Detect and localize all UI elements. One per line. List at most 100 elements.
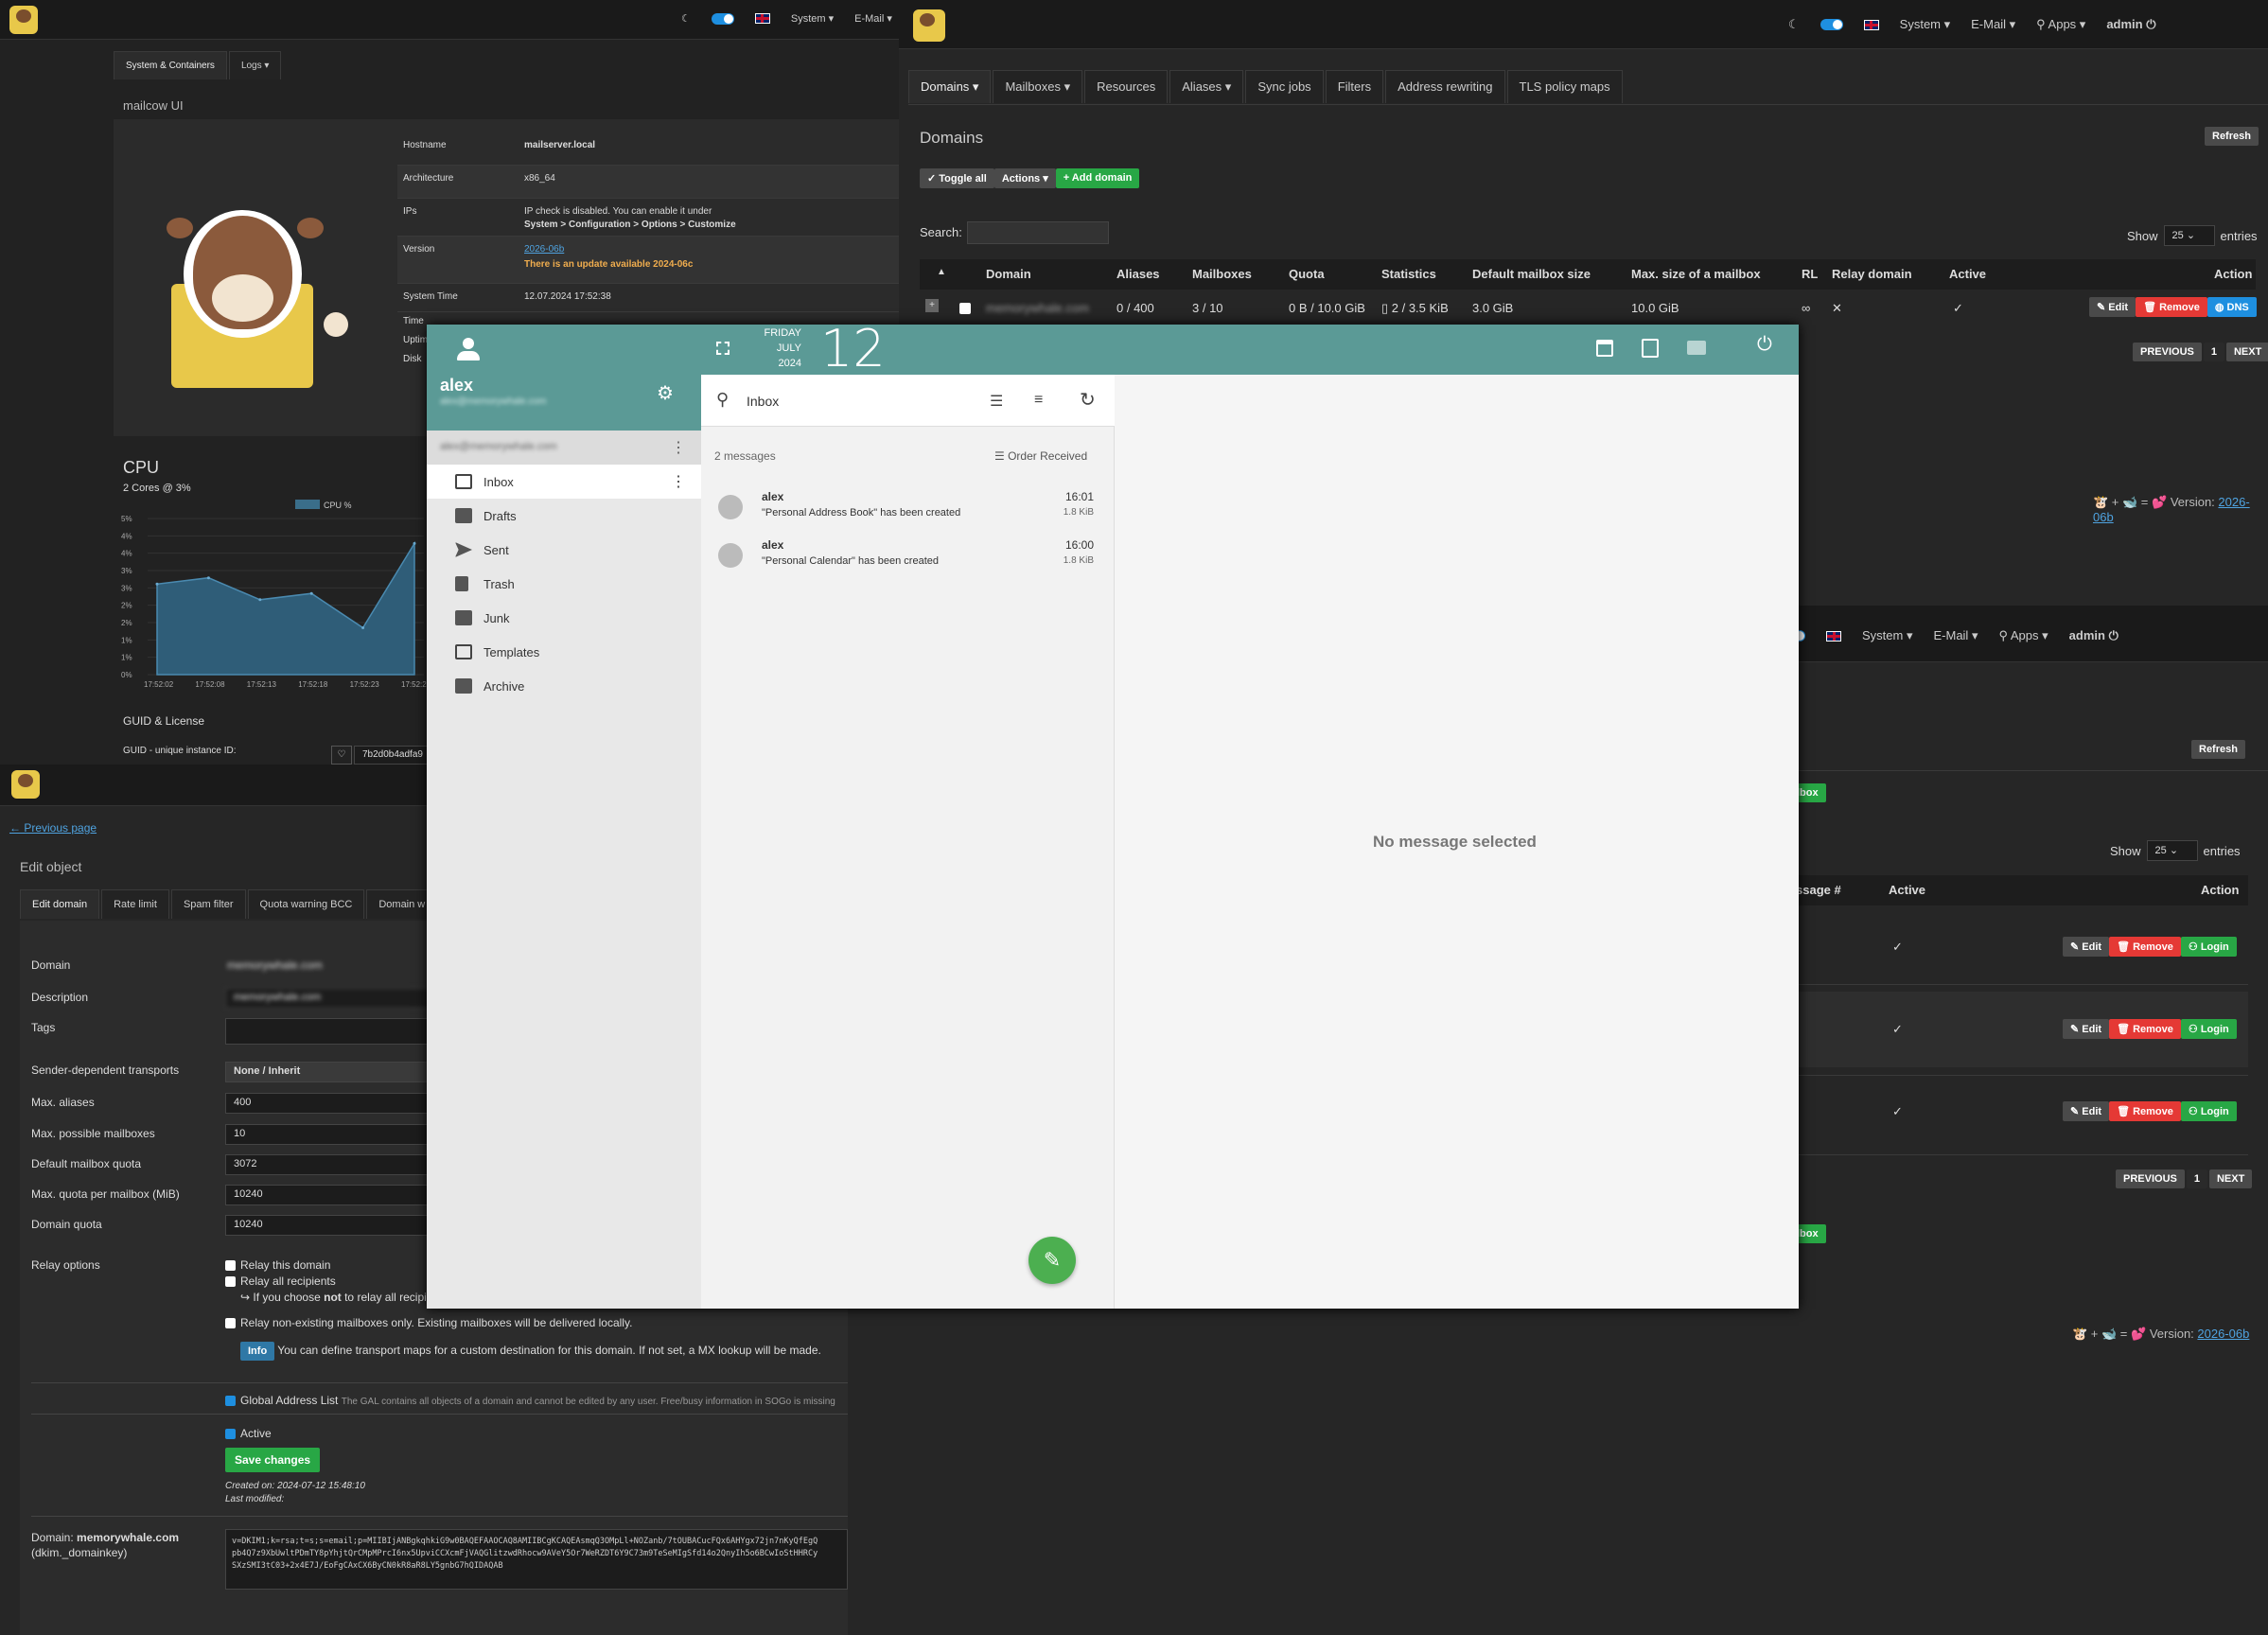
col-active[interactable]: Active xyxy=(1889,883,1925,897)
remove-button[interactable]: 🗑 Remove xyxy=(2109,1019,2181,1039)
mailbox-search-label[interactable]: Inbox xyxy=(747,394,779,409)
refresh-button[interactable]: Refresh xyxy=(2205,127,2259,146)
nav-user[interactable]: admin ⏻ xyxy=(2106,17,2155,32)
folder-sent[interactable]: Sent xyxy=(427,533,701,567)
toggle-all-button[interactable]: ✓ Toggle all xyxy=(920,168,994,188)
login-button[interactable]: ⚇ Login xyxy=(2180,1101,2237,1121)
compose-button[interactable]: ✎ xyxy=(1029,1237,1076,1284)
settings-gear-icon[interactable]: ⚙ xyxy=(657,381,674,405)
search-icon[interactable]: ⚲ xyxy=(716,390,729,410)
refresh-icon[interactable]: ↻ xyxy=(1080,388,1096,412)
nav-email[interactable]: E-Mail ▾ xyxy=(1933,628,1978,643)
version-link[interactable]: 2026-06b xyxy=(2197,1327,2249,1341)
remove-button[interactable]: 🗑 Remove xyxy=(2109,937,2181,957)
edit-button[interactable]: ✎ Edit xyxy=(2089,297,2136,317)
tab-sync-jobs[interactable]: Sync jobs xyxy=(1245,70,1324,103)
tab-tls-policy-maps[interactable]: TLS policy maps xyxy=(1506,70,1623,103)
message-item[interactable]: alex "Personal Address Book" has been cr… xyxy=(701,483,1115,531)
col-mailboxes[interactable]: Mailboxes xyxy=(1192,267,1252,281)
nav-user[interactable]: admin ⏻ xyxy=(2069,628,2119,643)
max-quota-field[interactable]: 10240 xyxy=(225,1185,433,1205)
login-button[interactable]: ⚇ Login xyxy=(2180,937,2237,957)
remove-button[interactable]: 🗑 Remove xyxy=(2136,297,2207,317)
active-checkbox[interactable]: Active xyxy=(225,1427,272,1440)
folder-drafts[interactable]: Drafts xyxy=(427,499,701,533)
remove-button[interactable]: 🗑 Remove xyxy=(2109,1101,2181,1121)
default-quota-field[interactable]: 3072 xyxy=(225,1154,433,1175)
nav-email[interactable]: E-Mail ▾ xyxy=(1971,17,2015,32)
entries-select[interactable]: 25 ⌄ xyxy=(2146,840,2198,861)
col-default-size[interactable]: Default mailbox size xyxy=(1472,267,1591,281)
relay-all-checkbox[interactable]: Relay all recipients xyxy=(225,1275,336,1288)
tab-filters[interactable]: Filters xyxy=(1325,70,1384,103)
folder-menu-icon[interactable]: ⋮ xyxy=(671,472,686,491)
next-page-button[interactable]: NEXT xyxy=(2225,343,2268,361)
tab-domains[interactable]: Domains ▾ xyxy=(908,70,992,103)
prev-page-button[interactable]: PREVIOUS xyxy=(2133,343,2202,361)
tab-rate-limit[interactable]: Rate limit xyxy=(101,889,169,919)
copy-icon[interactable]: ♡ xyxy=(331,746,352,765)
edit-button[interactable]: ✎ Edit xyxy=(2063,1101,2110,1121)
description-field[interactable]: memorywhale.com xyxy=(225,988,433,1009)
refresh-button[interactable]: Refresh xyxy=(2191,740,2245,759)
nav-system[interactable]: System ▾ xyxy=(791,12,834,25)
col-relay-domain[interactable]: Relay domain xyxy=(1832,267,1912,281)
previous-page-link[interactable]: ← Previous page xyxy=(9,821,97,835)
max-aliases-field[interactable]: 400 xyxy=(225,1093,433,1114)
nav-apps[interactable]: ⚲ Apps ▾ xyxy=(1998,628,2048,643)
col-statistics[interactable]: Statistics xyxy=(1381,267,1436,281)
col-aliases[interactable]: Aliases xyxy=(1116,267,1160,281)
dns-button[interactable]: ◍ DNS xyxy=(2206,297,2257,317)
col-message[interactable]: ssage # xyxy=(1796,883,1841,897)
nav-email[interactable]: E-Mail ▾ xyxy=(854,12,892,25)
tab-address-rewriting[interactable]: Address rewriting xyxy=(1385,70,1505,103)
col-domain[interactable]: Domain xyxy=(986,267,1031,281)
mailcow-logo[interactable] xyxy=(9,6,38,34)
gal-checkbox[interactable]: Global Address List The GAL contains all… xyxy=(225,1394,835,1407)
relay-domain-checkbox[interactable]: Relay this domain xyxy=(225,1258,330,1272)
tab-aliases[interactable]: Aliases ▾ xyxy=(1169,70,1244,103)
tab-resources[interactable]: Resources xyxy=(1084,70,1169,103)
entries-select[interactable]: 25 ⌄ xyxy=(2163,225,2215,246)
nav-apps[interactable]: ⚲ Apps ▾ xyxy=(2036,17,2085,32)
tab-spam-filter[interactable]: Spam filter xyxy=(170,889,246,919)
version-link[interactable]: 2026-06b xyxy=(524,244,564,255)
tags-field[interactable] xyxy=(225,1018,433,1045)
folder-junk[interactable]: Junk xyxy=(427,601,701,635)
search-input[interactable] xyxy=(967,221,1109,244)
account-menu-icon[interactable]: ⋮ xyxy=(671,438,686,457)
language-flag-icon[interactable] xyxy=(1863,19,1879,30)
sort-icon[interactable]: ≡ xyxy=(1034,392,1043,409)
add-domain-button[interactable]: + Add domain xyxy=(1055,168,1140,188)
language-flag-icon[interactable] xyxy=(754,13,770,24)
message-item[interactable]: alex "Personal Calendar" has been create… xyxy=(701,532,1115,579)
tab-system-containers[interactable]: System & Containers xyxy=(114,51,227,79)
update-available[interactable]: There is an update available 2024-06c xyxy=(524,259,693,270)
mailcow-logo[interactable] xyxy=(11,770,40,799)
domain-cell[interactable]: memorywhale.com xyxy=(986,301,1089,315)
folder-trash[interactable]: Trash xyxy=(427,567,701,601)
nav-system[interactable]: System ▾ xyxy=(1900,17,1950,32)
expand-icon[interactable]: + xyxy=(925,299,939,312)
col-rl[interactable]: RL xyxy=(1802,267,1818,281)
folder-inbox[interactable]: Inbox ⋮ xyxy=(427,465,701,499)
next-page-button[interactable]: NEXT xyxy=(2208,1169,2253,1188)
col-max-size[interactable]: Max. size of a mailbox xyxy=(1631,267,1761,281)
prev-page-button[interactable]: PREVIOUS xyxy=(2116,1169,2185,1188)
contacts-icon[interactable] xyxy=(1642,339,1659,358)
row-checkbox[interactable] xyxy=(959,303,971,314)
col-quota[interactable]: Quota xyxy=(1289,267,1325,281)
login-button[interactable]: ⚇ Login xyxy=(2180,1019,2237,1039)
tab-quota-warning[interactable]: Quota warning BCC xyxy=(247,889,365,919)
folder-templates[interactable]: Templates xyxy=(427,635,701,669)
page-number[interactable]: 1 xyxy=(2203,343,2224,361)
edit-button[interactable]: ✎ Edit xyxy=(2063,937,2110,957)
sort-icon[interactable]: ▲ xyxy=(937,267,946,277)
logout-power-icon[interactable]: ⏻ xyxy=(1757,334,1772,356)
tab-edit-domain[interactable]: Edit domain xyxy=(20,889,100,919)
max-mailboxes-field[interactable]: 10 xyxy=(225,1124,433,1145)
account-row[interactable]: alex@memorywhale.com ⋮ xyxy=(427,431,701,465)
language-flag-icon[interactable] xyxy=(1826,630,1841,642)
transports-select[interactable]: None / Inherit xyxy=(225,1062,433,1082)
edit-button[interactable]: ✎ Edit xyxy=(2063,1019,2110,1039)
